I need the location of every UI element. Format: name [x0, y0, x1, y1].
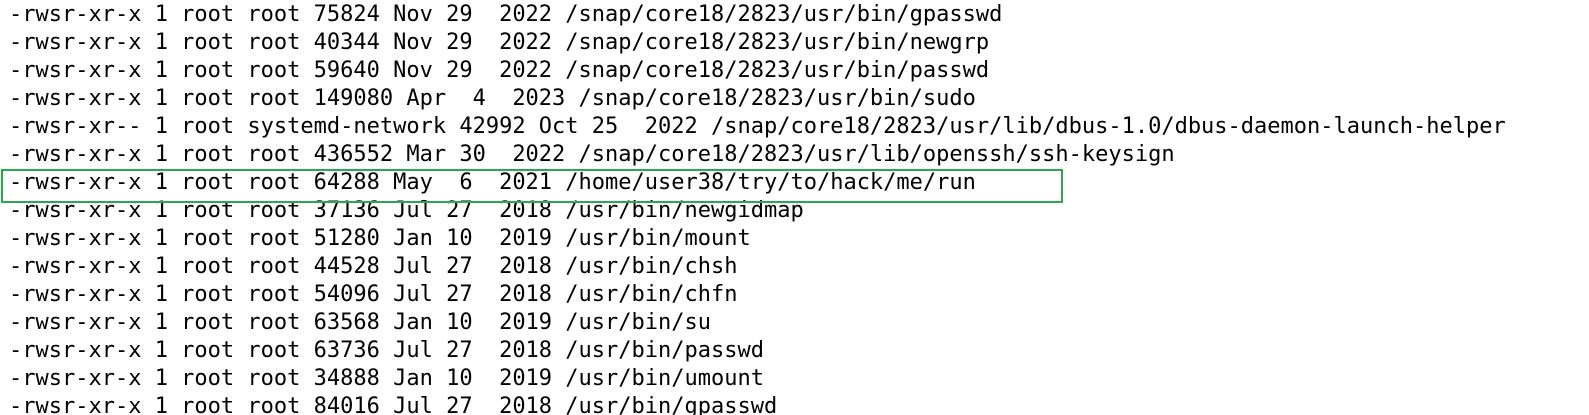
output-line: -rwsr-xr-x 1 root root 149080 Apr 4 2023… — [9, 86, 976, 111]
output-line: -rwsr-xr-x 1 root root 44528 Jul 27 2018… — [9, 254, 738, 279]
terminal-output: -rwsr-xr-x 1 root root 75824 Nov 29 2022… — [0, 0, 1589, 415]
output-line: -rwsr-xr-x 1 root root 59640 Nov 29 2022… — [9, 58, 990, 83]
output-line: -rwsr-xr-x 1 root root 40344 Nov 29 2022… — [9, 30, 990, 55]
output-line: -rwsr-xr-x 1 root root 51280 Jan 10 2019… — [9, 226, 751, 251]
output-line: -rwsr-xr-x 1 root root 436552 Mar 30 202… — [9, 142, 1175, 167]
output-line: -rwsr-xr-- 1 root systemd-network 42992 … — [9, 114, 1506, 139]
output-line: -rwsr-xr-x 1 root root 34888 Jan 10 2019… — [9, 366, 764, 391]
output-line: -rwsr-xr-x 1 root root 63736 Jul 27 2018… — [9, 338, 764, 363]
output-line: -rwsr-xr-x 1 root root 54096 Jul 27 2018… — [9, 282, 738, 307]
output-line: -rwsr-xr-x 1 root root 37136 Jul 27 2018… — [9, 198, 804, 223]
output-line: -rwsr-xr-x 1 root root 63568 Jan 10 2019… — [9, 310, 711, 335]
output-line: -rwsr-xr-x 1 root root 84016 Jul 27 2018… — [9, 394, 778, 415]
output-line-highlighted: -rwsr-xr-x 1 root root 64288 May 6 2021 … — [9, 170, 976, 195]
output-line: -rwsr-xr-x 1 root root 75824 Nov 29 2022… — [9, 2, 1003, 27]
